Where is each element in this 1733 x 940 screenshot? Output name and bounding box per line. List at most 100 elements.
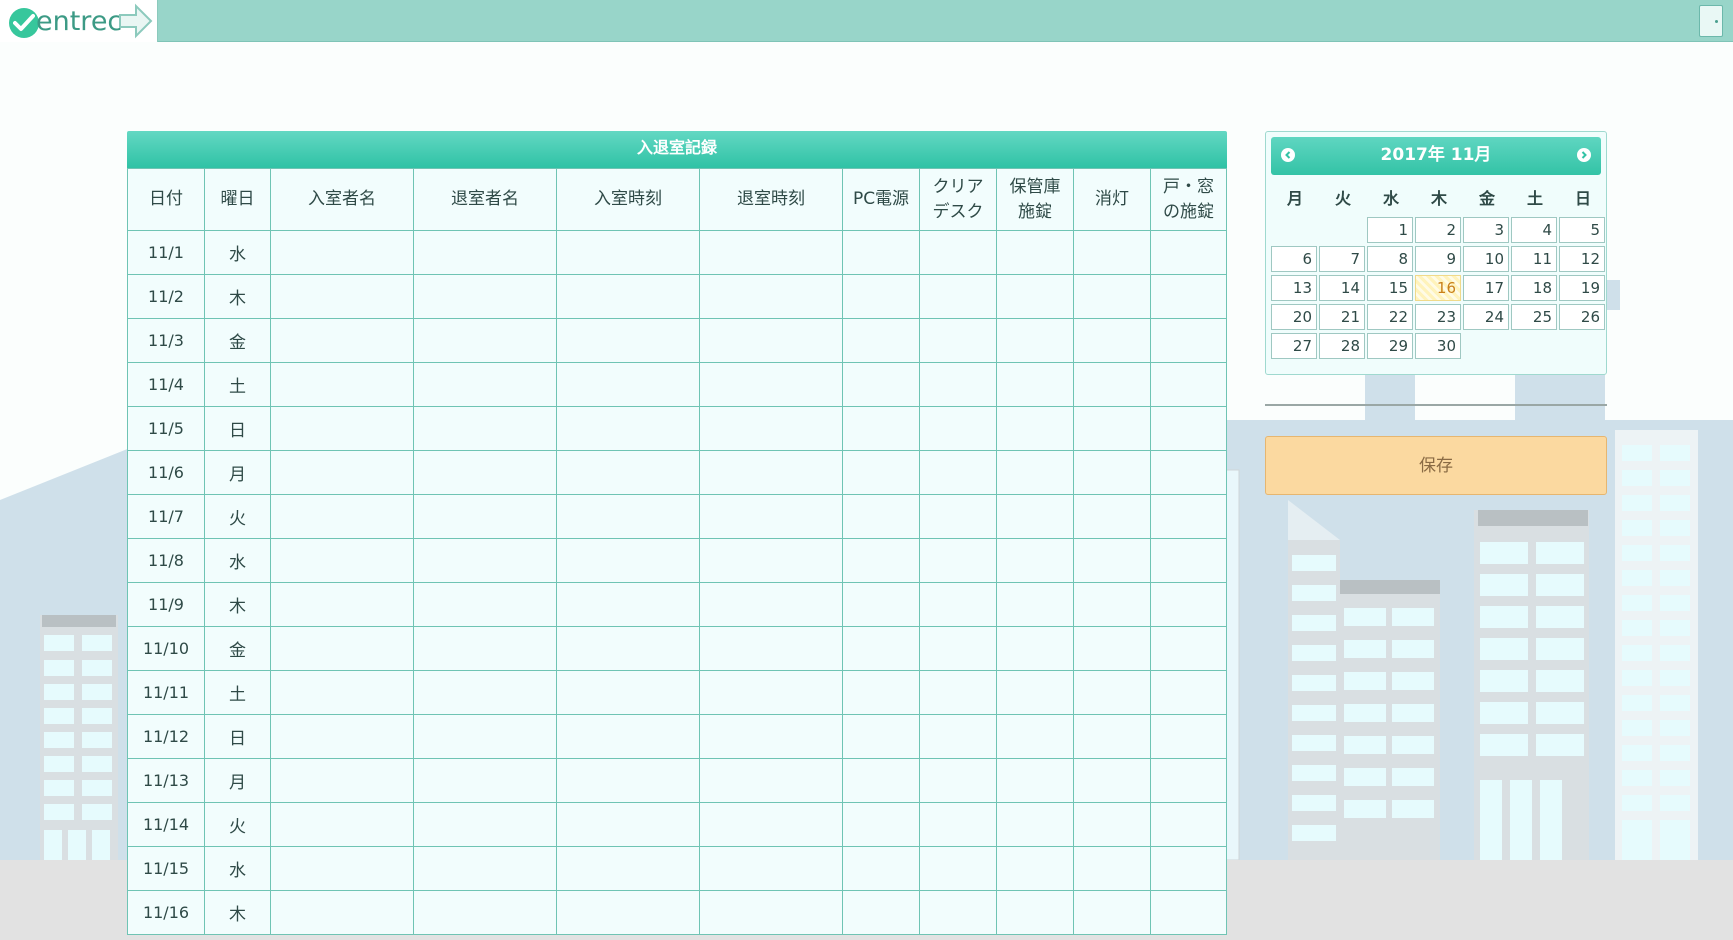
entry-cell[interactable] <box>1150 450 1227 495</box>
calendar-day[interactable]: 5 <box>1559 217 1605 243</box>
entry-cell[interactable] <box>996 318 1074 363</box>
entry-cell[interactable] <box>919 670 997 715</box>
entry-cell[interactable] <box>919 318 997 363</box>
entry-cell[interactable] <box>1150 890 1227 935</box>
entry-cell[interactable] <box>919 714 997 759</box>
entry-cell[interactable] <box>919 582 997 627</box>
entry-cell[interactable] <box>919 758 997 803</box>
entry-cell[interactable] <box>842 230 920 275</box>
entry-cell[interactable] <box>996 406 1074 451</box>
entry-cell[interactable] <box>1150 626 1227 671</box>
entry-cell[interactable] <box>413 406 557 451</box>
entry-cell[interactable] <box>270 494 414 539</box>
entry-cell[interactable] <box>1150 846 1227 891</box>
calendar-day[interactable]: 18 <box>1511 275 1557 301</box>
calendar-day[interactable]: 9 <box>1415 246 1461 272</box>
entry-cell[interactable] <box>919 494 997 539</box>
entry-cell[interactable] <box>413 494 557 539</box>
entry-cell[interactable] <box>842 670 920 715</box>
entry-cell[interactable] <box>842 758 920 803</box>
entry-cell[interactable] <box>919 274 997 319</box>
entry-cell[interactable] <box>1073 582 1151 627</box>
entry-cell[interactable] <box>699 670 843 715</box>
calendar-day[interactable]: 12 <box>1559 246 1605 272</box>
entry-cell[interactable] <box>699 450 843 495</box>
next-month-icon[interactable] <box>1577 148 1591 162</box>
entry-cell[interactable] <box>842 538 920 583</box>
entry-cell[interactable] <box>699 362 843 407</box>
calendar-day[interactable]: 4 <box>1511 217 1557 243</box>
entry-cell[interactable] <box>919 626 997 671</box>
entry-cell[interactable] <box>842 494 920 539</box>
entry-cell[interactable] <box>699 758 843 803</box>
entry-cell[interactable] <box>1073 274 1151 319</box>
entry-cell[interactable] <box>919 362 997 407</box>
app-logo[interactable]: entrec <box>0 0 158 42</box>
entry-cell[interactable] <box>556 318 700 363</box>
entry-cell[interactable] <box>919 846 997 891</box>
calendar-day[interactable]: 17 <box>1463 275 1509 301</box>
entry-cell[interactable] <box>699 318 843 363</box>
entry-cell[interactable] <box>1073 230 1151 275</box>
calendar-day[interactable]: 6 <box>1271 246 1317 272</box>
entry-cell[interactable] <box>413 318 557 363</box>
entry-cell[interactable] <box>413 890 557 935</box>
entry-cell[interactable] <box>1150 362 1227 407</box>
entry-cell[interactable] <box>270 626 414 671</box>
calendar-day[interactable]: 13 <box>1271 275 1317 301</box>
entry-cell[interactable] <box>996 714 1074 759</box>
entry-cell[interactable] <box>699 626 843 671</box>
entry-cell[interactable] <box>996 362 1074 407</box>
entry-cell[interactable] <box>1150 406 1227 451</box>
entry-cell[interactable] <box>996 758 1074 803</box>
entry-cell[interactable] <box>842 714 920 759</box>
entry-cell[interactable] <box>1073 362 1151 407</box>
entry-cell[interactable] <box>413 626 557 671</box>
entry-cell[interactable] <box>413 362 557 407</box>
entry-cell[interactable] <box>556 362 700 407</box>
entry-cell[interactable] <box>1073 494 1151 539</box>
entry-cell[interactable] <box>1150 318 1227 363</box>
entry-cell[interactable] <box>270 362 414 407</box>
entry-cell[interactable] <box>556 670 700 715</box>
entry-cell[interactable] <box>270 538 414 583</box>
entry-cell[interactable] <box>1073 406 1151 451</box>
entry-cell[interactable] <box>996 582 1074 627</box>
entry-cell[interactable] <box>699 802 843 847</box>
entry-cell[interactable] <box>1150 274 1227 319</box>
calendar-day-today[interactable]: 16 <box>1415 275 1461 301</box>
entry-cell[interactable] <box>413 714 557 759</box>
entry-cell[interactable] <box>996 450 1074 495</box>
entry-cell[interactable] <box>556 802 700 847</box>
entry-cell[interactable] <box>270 714 414 759</box>
entry-cell[interactable] <box>842 362 920 407</box>
entry-cell[interactable] <box>413 846 557 891</box>
entry-cell[interactable] <box>699 582 843 627</box>
entry-cell[interactable] <box>842 802 920 847</box>
calendar-day[interactable]: 11 <box>1511 246 1557 272</box>
entry-cell[interactable] <box>270 846 414 891</box>
calendar-day[interactable]: 29 <box>1367 333 1413 359</box>
entry-cell[interactable] <box>556 890 700 935</box>
entry-cell[interactable] <box>1150 758 1227 803</box>
entry-cell[interactable] <box>996 846 1074 891</box>
entry-cell[interactable] <box>842 626 920 671</box>
calendar-day[interactable]: 1 <box>1367 217 1413 243</box>
calendar-day[interactable]: 23 <box>1415 304 1461 330</box>
entry-cell[interactable] <box>270 670 414 715</box>
entry-cell[interactable] <box>996 494 1074 539</box>
entry-cell[interactable] <box>842 890 920 935</box>
entry-cell[interactable] <box>1150 714 1227 759</box>
entry-cell[interactable] <box>699 274 843 319</box>
entry-cell[interactable] <box>1073 318 1151 363</box>
entry-cell[interactable] <box>270 582 414 627</box>
entry-cell[interactable] <box>842 582 920 627</box>
entry-cell[interactable] <box>556 406 700 451</box>
calendar-day[interactable]: 14 <box>1319 275 1365 301</box>
entry-cell[interactable] <box>842 846 920 891</box>
entry-cell[interactable] <box>699 494 843 539</box>
entry-cell[interactable] <box>842 274 920 319</box>
entry-cell[interactable] <box>413 230 557 275</box>
exit-door-icon[interactable] <box>1699 5 1723 37</box>
entry-cell[interactable] <box>919 406 997 451</box>
